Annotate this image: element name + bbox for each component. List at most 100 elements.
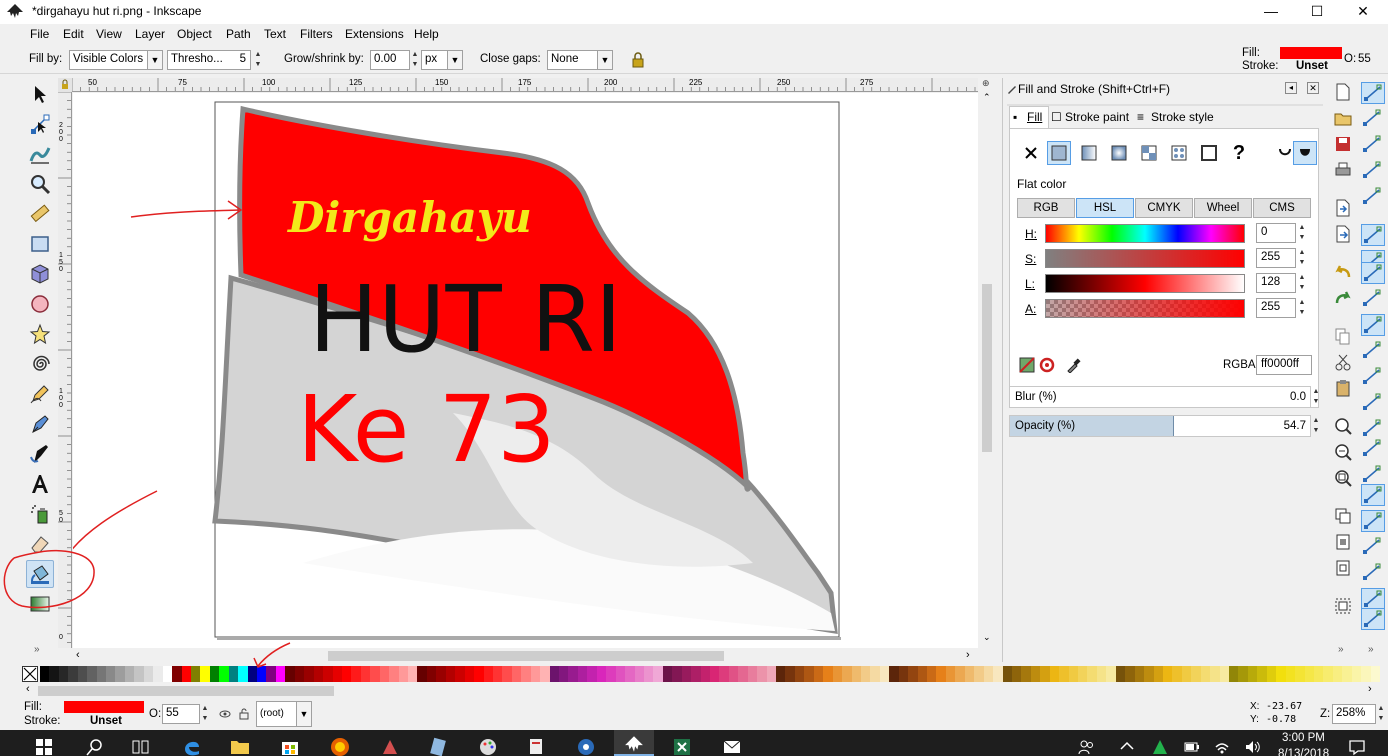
status-opacity-input[interactable]: 55 [162, 704, 200, 724]
arrow-down-icon[interactable]: ▼ [1297, 283, 1307, 293]
scroll-right-icon[interactable]: › [966, 649, 970, 661]
palette-swatch[interactable] [898, 666, 909, 682]
palette-swatch[interactable] [143, 666, 154, 682]
palette-swatch[interactable] [719, 666, 730, 682]
channel-l-input[interactable]: 128 [1256, 273, 1296, 293]
menu-help[interactable]: Help [414, 27, 439, 41]
palette-swatch[interactable] [794, 666, 805, 682]
no-paint-swatch[interactable] [22, 666, 38, 682]
palette-swatch[interactable] [1153, 666, 1164, 682]
menu-path[interactable]: Path [226, 27, 251, 41]
opacity-slider[interactable]: Opacity (%) 54.7 [1009, 415, 1311, 437]
palette-swatch[interactable] [323, 666, 334, 682]
palette-swatch[interactable] [710, 666, 720, 682]
palette-swatch[interactable] [1295, 666, 1305, 682]
color-managed-icon[interactable] [1019, 357, 1035, 373]
zoom-stepper[interactable]: ▲ ▼ [1376, 704, 1386, 724]
palette-swatch[interactable] [851, 666, 862, 682]
palette-swatch[interactable] [417, 666, 428, 682]
palette-swatch[interactable] [49, 666, 60, 682]
palette-swatch[interactable] [974, 666, 985, 682]
paint-swatch-button[interactable] [1197, 141, 1221, 165]
zoom-tool[interactable] [26, 170, 54, 198]
channel-s-input[interactable]: 255 [1256, 248, 1296, 268]
palette-scroll-left-icon[interactable]: ‹ [26, 683, 30, 695]
palette-swatch[interactable] [1257, 666, 1268, 682]
palette-swatch[interactable] [738, 666, 749, 682]
arrow-up-icon[interactable]: ▲ [253, 50, 263, 60]
menu-edit[interactable]: Edit [63, 27, 84, 41]
status-fill-swatch[interactable] [64, 701, 144, 713]
palette-swatch[interactable] [1342, 666, 1353, 682]
document-app-icon[interactable] [526, 736, 546, 756]
palette-swatch[interactable] [625, 666, 635, 682]
palette-swatch[interactable] [1049, 666, 1060, 682]
snap-path-intersection-button[interactable] [1361, 262, 1385, 284]
snap-bbox-edge-button[interactable] [1361, 134, 1385, 156]
palette-swatch[interactable] [68, 666, 79, 682]
arrow-up-icon[interactable]: ▲ [1297, 273, 1307, 283]
palette-swatch[interactable] [662, 666, 673, 682]
out-of-gamut-icon[interactable] [1039, 357, 1055, 373]
arrow-up-icon[interactable]: ▲ [200, 704, 210, 714]
status-opacity-stepper[interactable]: ▲ ▼ [200, 704, 210, 724]
zoom-corner-icon[interactable]: ⊕ [982, 78, 990, 89]
pen-tool[interactable] [26, 410, 54, 438]
redo-icon[interactable] [1333, 288, 1353, 308]
battery-icon[interactable] [1184, 741, 1200, 753]
menu-view[interactable]: View [96, 27, 122, 41]
snap-bbox-button[interactable] [1361, 108, 1385, 130]
print-icon[interactable] [1333, 160, 1353, 180]
palette-swatch[interactable] [285, 666, 296, 682]
node-tool[interactable] [26, 110, 54, 138]
palette-swatch[interactable] [511, 666, 522, 682]
arrow-down-icon[interactable]: ▼ [200, 714, 210, 724]
windows-start-icon[interactable] [36, 739, 52, 755]
snap-bbox-corner-button[interactable] [1361, 160, 1385, 182]
snap-text-baseline-button[interactable] [1361, 418, 1385, 440]
palette-swatch[interactable] [728, 666, 739, 682]
palette-swatch[interactable] [408, 666, 418, 682]
close-button[interactable]: ✕ [1340, 0, 1386, 24]
palette-swatch[interactable] [700, 666, 711, 682]
people-icon[interactable] [1078, 739, 1096, 755]
palette-swatch[interactable] [549, 666, 560, 682]
snap-overflow-icon[interactable]: » [1368, 644, 1374, 655]
palette-swatch[interactable] [681, 666, 692, 682]
media-app-icon[interactable] [576, 737, 596, 756]
notes-app-icon[interactable] [428, 737, 448, 756]
palette-swatch[interactable] [596, 666, 607, 682]
indicator-stroke-value[interactable]: Unset [1296, 60, 1328, 72]
palette-swatch[interactable] [1332, 666, 1343, 682]
arrow-down-icon[interactable]: ▼ [410, 60, 420, 70]
undo-icon[interactable] [1333, 262, 1353, 282]
palette-swatch[interactable] [87, 666, 98, 682]
snap-bbox-midpoint-button[interactable] [1361, 186, 1385, 208]
palette-app-icon[interactable] [478, 737, 498, 756]
palette-swatch[interactable] [1162, 666, 1173, 682]
palette-swatch[interactable] [134, 666, 145, 682]
palette-swatch[interactable] [247, 666, 258, 682]
palette-swatch[interactable] [77, 666, 88, 682]
calligraphy-tool[interactable] [26, 440, 54, 468]
palette-swatch[interactable] [1087, 666, 1098, 682]
paint-unset-button[interactable]: ? [1227, 141, 1251, 165]
snap-smooth-nodes-button[interactable] [1361, 314, 1385, 336]
fill-by-select[interactable]: Visible Colors ▼ [69, 50, 163, 70]
palette-swatch[interactable] [304, 666, 315, 682]
palette-swatch[interactable] [266, 666, 277, 682]
group-icon[interactable] [1333, 596, 1353, 616]
scroll-up-icon[interactable]: ⌃ [983, 92, 991, 103]
palette-swatch[interactable] [502, 666, 513, 682]
channel-s-stepper[interactable]: ▲ ▼ [1297, 248, 1307, 268]
palette-swatch[interactable] [124, 666, 135, 682]
snap-toggle-button[interactable] [1361, 82, 1385, 104]
palette-swatch[interactable] [1219, 666, 1230, 682]
palette-swatch[interactable] [1229, 666, 1239, 682]
palette-swatch[interactable] [964, 666, 975, 682]
menu-filters[interactable]: Filters [300, 27, 333, 41]
threshold-stepper[interactable]: ▲ ▼ [253, 50, 263, 70]
palette-swatch[interactable] [483, 666, 494, 682]
firefox-icon[interactable] [330, 737, 350, 756]
menu-extensions[interactable]: Extensions [345, 27, 404, 41]
